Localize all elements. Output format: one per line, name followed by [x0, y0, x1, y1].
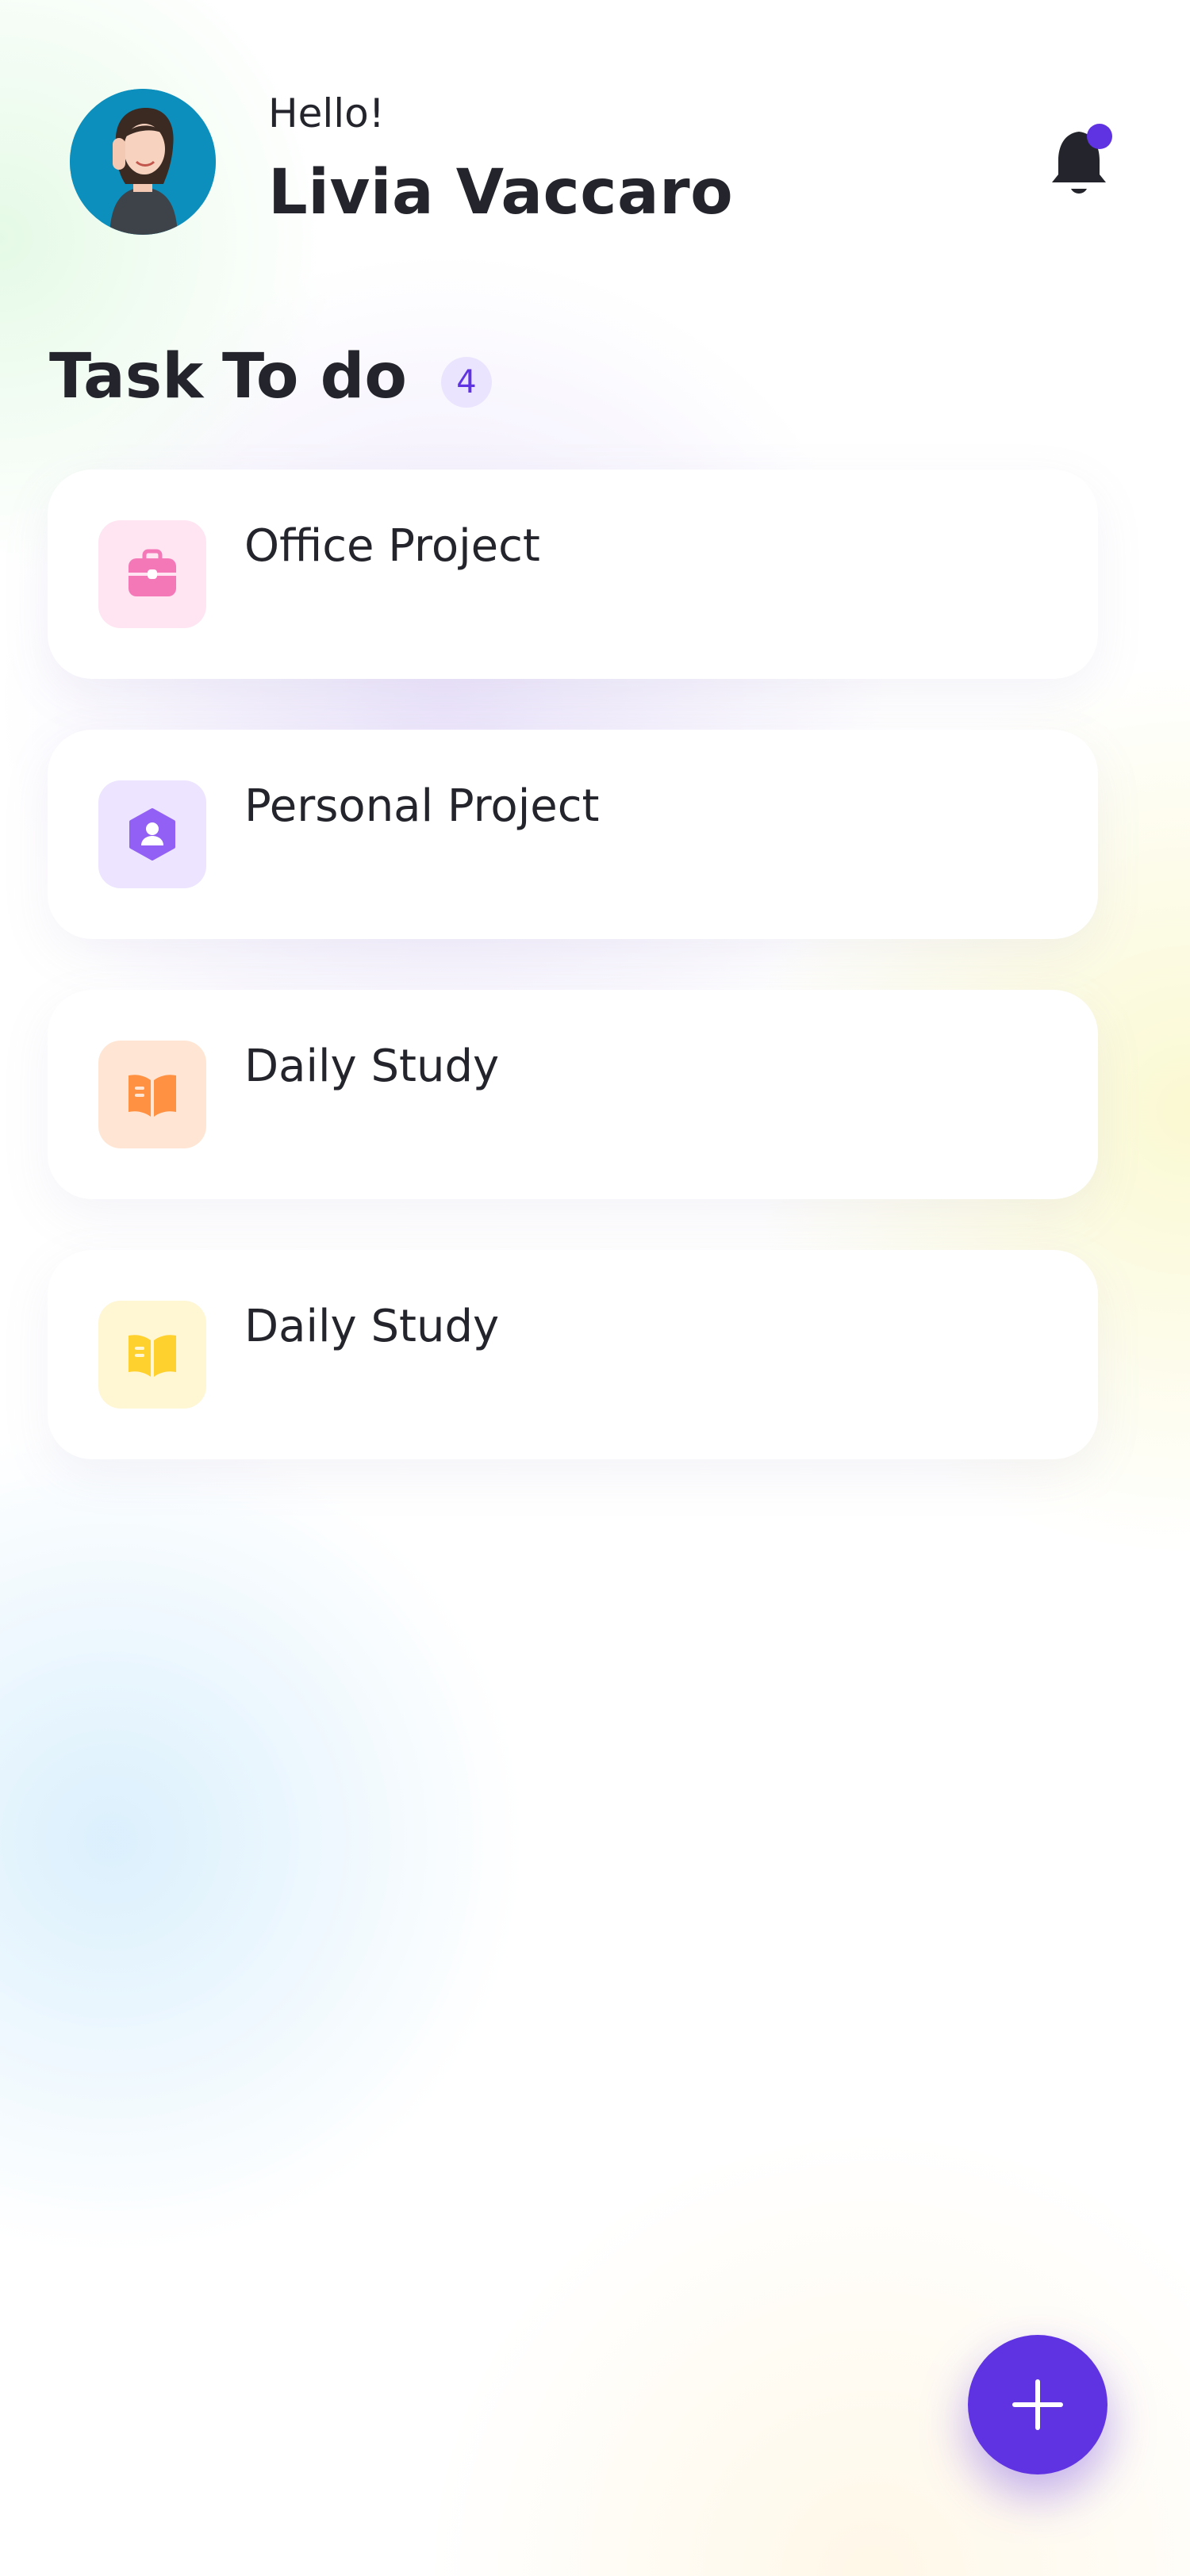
- book-icon: [129, 1075, 176, 1117]
- task-icon-container: [98, 780, 206, 888]
- task-title: Daily Study: [244, 1301, 500, 1352]
- task-icon-container: [98, 1041, 206, 1148]
- user-name: Livia Vaccaro: [268, 157, 734, 228]
- task-card-office-project[interactable]: Office Project: [48, 470, 1098, 679]
- add-task-button[interactable]: [968, 2335, 1107, 2474]
- section-subtitle: To do: [222, 341, 408, 412]
- notification-dot: [1087, 124, 1112, 149]
- section-title: Task: [49, 341, 204, 412]
- task-list: Office Project Personal Project Daily St…: [48, 470, 1098, 1510]
- avatar-photo: [70, 89, 216, 235]
- task-count-badge: 4: [441, 357, 492, 408]
- plus-icon: [1012, 2379, 1063, 2430]
- task-card-daily-study[interactable]: Daily Study: [48, 1250, 1098, 1459]
- task-title: Personal Project: [244, 780, 600, 832]
- task-title: Office Project: [244, 520, 540, 572]
- bell-icon: [1052, 124, 1112, 194]
- task-title: Daily Study: [244, 1041, 500, 1092]
- task-card-daily-study[interactable]: Daily Study: [48, 990, 1098, 1199]
- user-hexagon-icon: [129, 808, 175, 861]
- greeting-text: Hello!: [268, 90, 385, 136]
- task-card-personal-project[interactable]: Personal Project: [48, 730, 1098, 939]
- task-icon-container: [98, 1301, 206, 1409]
- avatar[interactable]: [70, 89, 216, 235]
- task-icon-container: [98, 520, 206, 628]
- book-icon: [129, 1335, 176, 1377]
- briefcase-icon: [129, 549, 176, 596]
- notification-button[interactable]: [1047, 119, 1119, 198]
